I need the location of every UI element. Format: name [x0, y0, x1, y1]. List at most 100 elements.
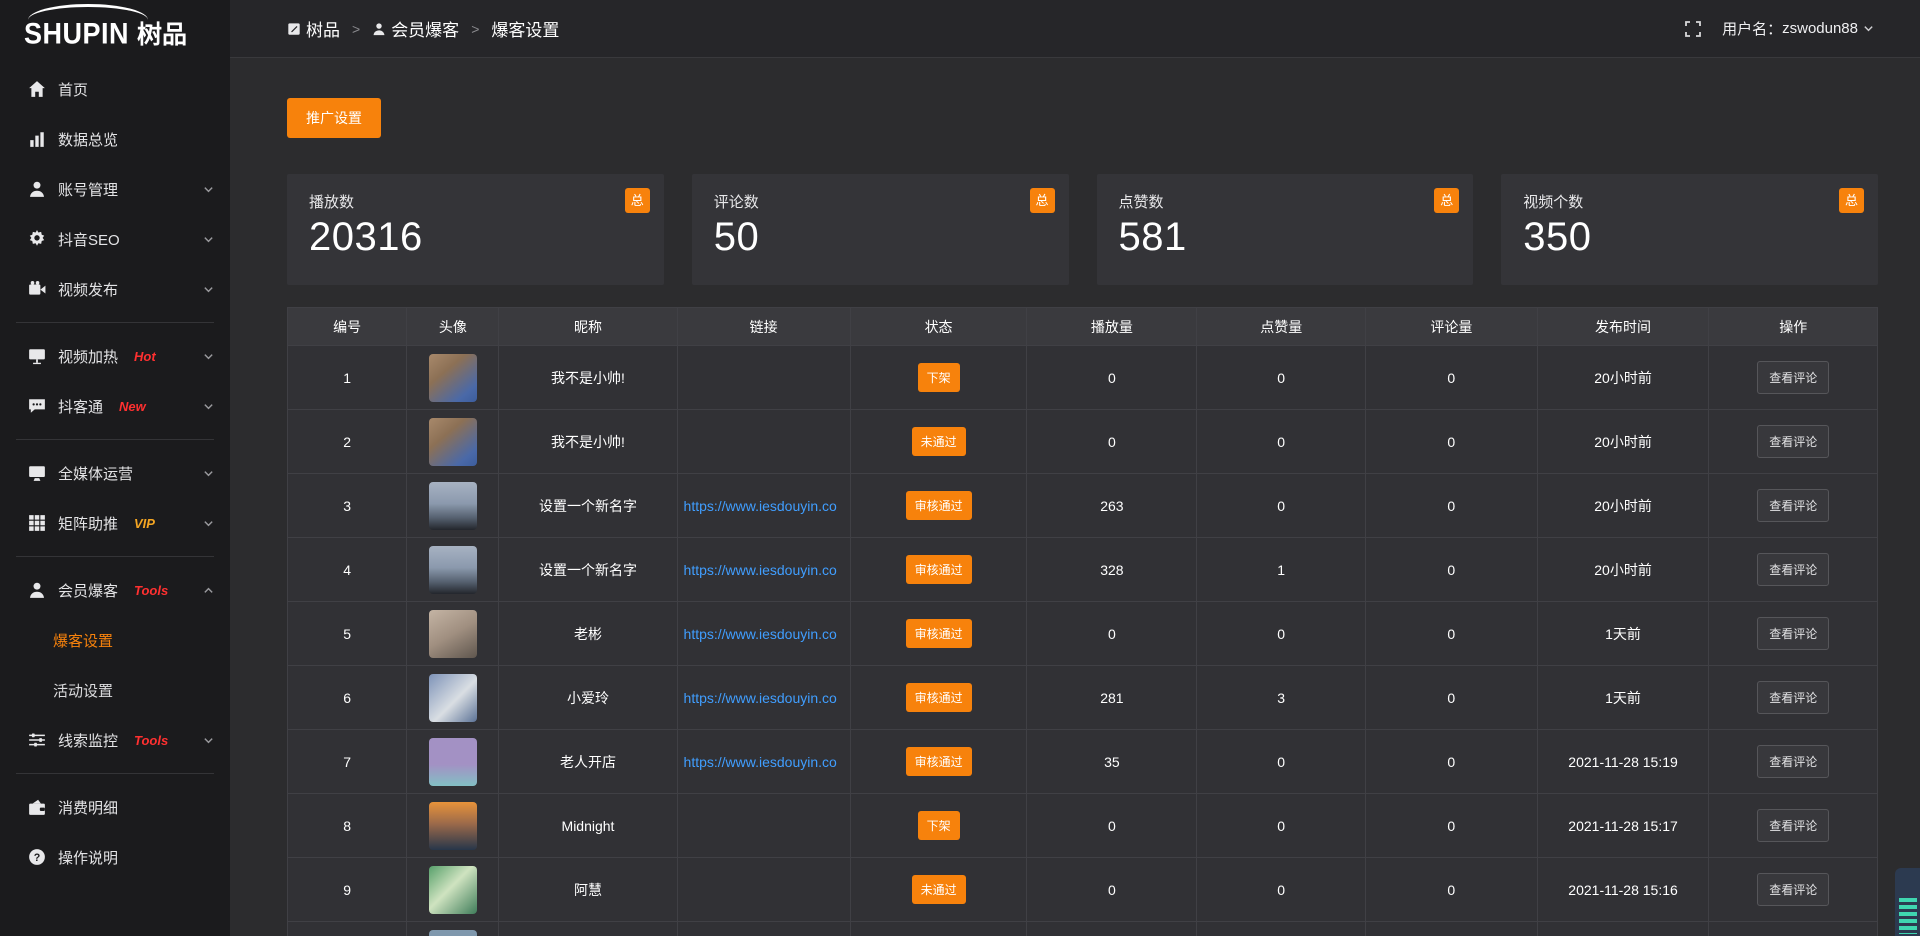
breadcrumb-label: 会员爆客	[391, 16, 459, 41]
video-link[interactable]: https://www.iesdouyin.co	[678, 498, 850, 514]
video-link[interactable]: https://www.iesdouyin.co	[678, 626, 850, 642]
sidebar-item-会员爆客[interactable]: 会员爆客Tools	[0, 565, 230, 615]
sidebar-item-账号管理[interactable]: 账号管理	[0, 164, 230, 214]
view-comments-button[interactable]: 查看评论	[1757, 809, 1829, 842]
cell-plays: 328	[1027, 538, 1197, 602]
cell-comments: 0	[1365, 346, 1537, 410]
sidebar-item-消费明细[interactable]: 消费明细	[0, 782, 230, 832]
table-row: 8Midnight下架0002021-11-28 15:17查看评论	[288, 794, 1878, 858]
cell-id: 4	[288, 538, 407, 602]
cell-nickname: Midnight	[499, 794, 677, 858]
stat-card-value: 581	[1119, 215, 1452, 260]
sidebar-item-视频加热[interactable]: 视频加热Hot	[0, 331, 230, 381]
sidebar-item-首页[interactable]: 首页	[0, 64, 230, 114]
status-badge: 下架	[918, 363, 960, 392]
view-comments-button[interactable]: 查看评论	[1757, 553, 1829, 586]
status-badge: 审核通过	[906, 619, 972, 648]
cell-link: https://www.iesdouyin.co	[677, 602, 850, 666]
app-logo[interactable]: SHUPIN 树品	[0, 0, 230, 58]
sidebar-item-操作说明[interactable]: ?操作说明	[0, 832, 230, 882]
stat-card-value: 20316	[309, 215, 642, 260]
cell-avatar	[407, 538, 499, 602]
sidebar-item-视频发布[interactable]: 视频发布	[0, 264, 230, 314]
view-comments-button[interactable]: 查看评论	[1757, 425, 1829, 458]
stat-card-label: 视频个数	[1523, 191, 1856, 212]
home-icon	[28, 80, 46, 98]
avatar	[429, 482, 477, 530]
cell-status: 下架	[850, 346, 1026, 410]
cell-nickname: 设置一个新名字	[499, 538, 677, 602]
sidebar-item-全媒体运营[interactable]: 全媒体运营	[0, 448, 230, 498]
cell-comments: 0	[1365, 474, 1537, 538]
avatar	[429, 930, 477, 936]
promo-settings-button[interactable]: 推广设置	[287, 98, 381, 138]
sidebar-item-label: 线索监控	[58, 730, 118, 751]
stat-card-播放数: 播放数20316总	[287, 174, 664, 285]
breadcrumb-item-会员爆客[interactable]: 会员爆客	[372, 16, 459, 41]
column-header-发布时间: 发布时间	[1537, 308, 1709, 346]
floating-service-widget[interactable]	[1895, 868, 1920, 936]
view-comments-button[interactable]: 查看评论	[1757, 617, 1829, 650]
cell-time: 2021-11-28 15:16	[1537, 858, 1709, 922]
view-comments-button[interactable]: 查看评论	[1757, 681, 1829, 714]
breadcrumb-item-树品[interactable]: 树品	[287, 16, 340, 41]
cell-nickname: 设置一个新名字	[499, 474, 677, 538]
sidebar-item-矩阵助推[interactable]: 矩阵助推VIP	[0, 498, 230, 548]
status-badge: 审核通过	[906, 683, 972, 712]
sidebar-item-抖客通[interactable]: 抖客通New	[0, 381, 230, 431]
view-comments-button[interactable]: 查看评论	[1757, 489, 1829, 522]
user-icon	[28, 180, 46, 198]
cell-actions	[1709, 922, 1878, 936]
tv-icon	[28, 347, 46, 365]
table-row: 1我不是小帅!下架00020小时前查看评论	[288, 346, 1878, 410]
cell-link	[677, 922, 850, 936]
fullscreen-icon[interactable]	[1684, 20, 1702, 38]
main-content: 推广设置 播放数20316总评论数50总点赞数581总视频个数350总 编号头像…	[230, 59, 1920, 936]
sidebar-item-label: 操作说明	[58, 847, 118, 868]
view-comments-button[interactable]: 查看评论	[1757, 745, 1829, 778]
chevron-down-icon	[203, 735, 214, 746]
cell-actions: 查看评论	[1709, 730, 1878, 794]
video-link[interactable]: https://www.iesdouyin.co	[678, 562, 850, 578]
sidebar-subitem-爆客设置[interactable]: 爆客设置	[0, 615, 230, 665]
cell-status: 审核通过	[850, 602, 1026, 666]
cell-nickname: 老人开店	[499, 730, 677, 794]
sidebar-item-数据总览[interactable]: 数据总览	[0, 114, 230, 164]
sidebar-divider	[16, 322, 214, 323]
sidebar-item-label: 数据总览	[58, 129, 118, 150]
cell-actions: 查看评论	[1709, 538, 1878, 602]
breadcrumb-item-爆客设置[interactable]: 爆客设置	[491, 16, 559, 41]
bar-chart-icon	[28, 130, 46, 148]
cell-avatar	[407, 474, 499, 538]
cell-status: 审核通过	[850, 538, 1026, 602]
table-row: 6小爱玲https://www.iesdouyin.co审核通过281301天前…	[288, 666, 1878, 730]
cell-link: https://www.iesdouyin.co	[677, 730, 850, 794]
sidebar-item-线索监控[interactable]: 线索监控Tools	[0, 715, 230, 765]
gear-icon	[28, 230, 46, 248]
cell-time: 20小时前	[1537, 538, 1709, 602]
sidebar-item-抖音SEO[interactable]: 抖音SEO	[0, 214, 230, 264]
topbar-right: 用户名： zswodun88	[1684, 18, 1874, 39]
cell-comments: 0	[1365, 602, 1537, 666]
cell-likes: 0	[1197, 794, 1366, 858]
view-comments-button[interactable]: 查看评论	[1757, 873, 1829, 906]
stat-card-total-badge: 总	[1839, 188, 1864, 213]
sidebar-item-badge: Tools	[134, 583, 168, 598]
sidebar-subitem-活动设置[interactable]: 活动设置	[0, 665, 230, 715]
status-badge: 审核通过	[906, 747, 972, 776]
logo-text-en: SHUPIN	[24, 18, 129, 51]
user-menu[interactable]: 用户名： zswodun88	[1722, 18, 1874, 39]
breadcrumb-separator: >	[352, 21, 360, 37]
cell-link: https://www.iesdouyin.co	[677, 666, 850, 730]
view-comments-button[interactable]: 查看评论	[1757, 361, 1829, 394]
video-link[interactable]: https://www.iesdouyin.co	[678, 754, 850, 770]
column-header-操作: 操作	[1709, 308, 1878, 346]
cell-id	[288, 922, 407, 936]
video-link[interactable]: https://www.iesdouyin.co	[678, 690, 850, 706]
cell-plays: 281	[1027, 666, 1197, 730]
cell-avatar	[407, 346, 499, 410]
cell-id: 6	[288, 666, 407, 730]
sidebar-item-label: 抖客通	[58, 396, 103, 417]
grid-icon	[28, 514, 46, 532]
cell-status: 未通过	[850, 410, 1026, 474]
